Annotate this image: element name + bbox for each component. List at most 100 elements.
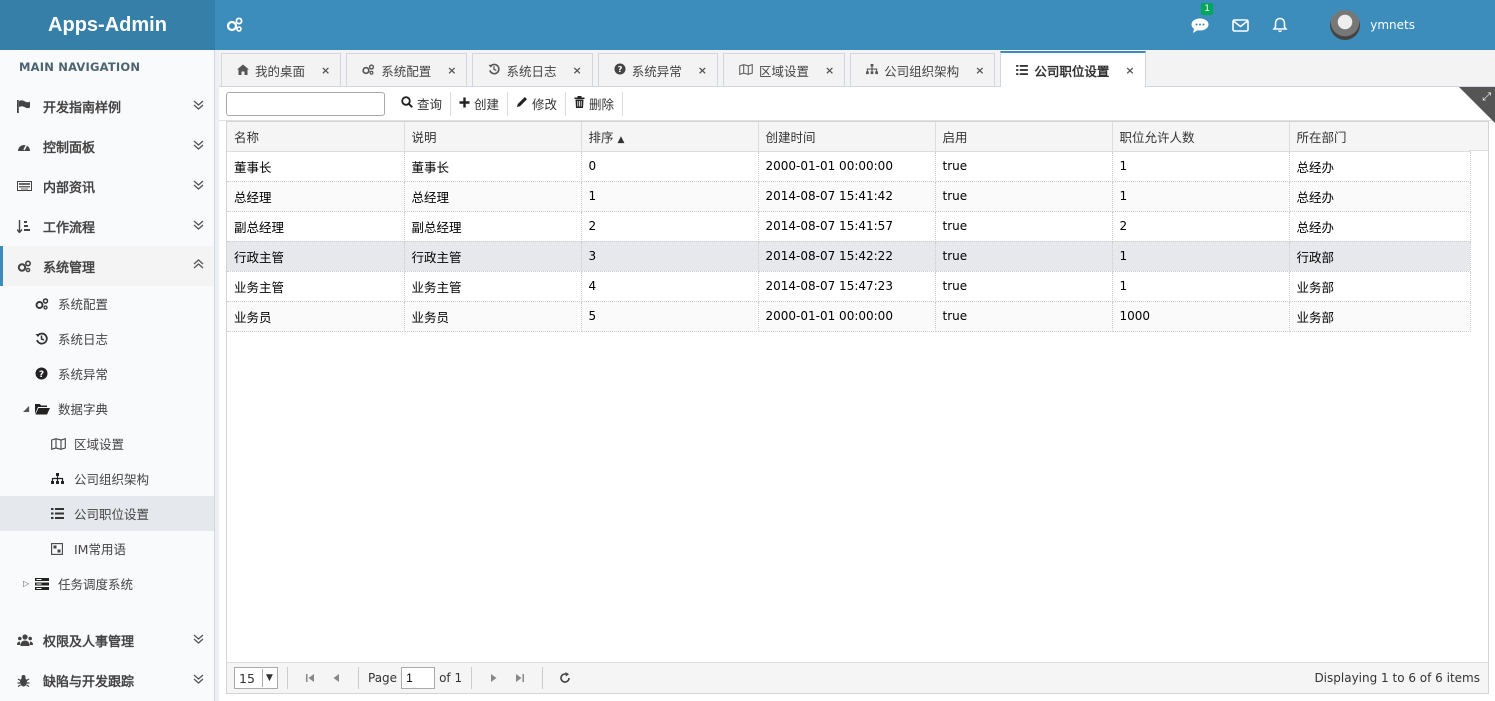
close-icon[interactable]: × [1125,64,1134,77]
search-input[interactable] [226,91,385,116]
sidebar-item-dashboard[interactable]: 控制面板 [0,126,214,166]
gears-icon[interactable] [215,0,255,50]
server-icon [35,577,58,590]
tab-region[interactable]: 区域设置 × [722,53,846,86]
map-icon [739,63,753,78]
column-header-description[interactable]: 说明 [404,122,582,152]
tab-desktop[interactable]: 我的桌面 × [221,53,342,86]
sidebar-item-system-config[interactable]: 系统配置 [0,286,214,321]
table-row[interactable]: 总经理 总经理 1 2014-08-07 15:41:42 true 1 总经办 [227,181,1471,212]
cell-name: 业务主管 [227,271,405,302]
cell-department: 总经办 [1289,151,1471,182]
expand-icon[interactable]: ⤢ [1482,90,1491,104]
bell-icon[interactable] [1260,0,1300,50]
page-count-label: of 1 [439,671,463,685]
table-body: 董事长 董事长 0 2000-01-01 00:00:00 true 1 总经办… [227,151,1471,332]
envelope-icon[interactable] [1220,0,1260,50]
app-logo[interactable]: Apps-Admin [0,0,215,50]
trash-icon [574,96,585,111]
delete-button[interactable]: 删除 [566,91,624,116]
query-button[interactable]: 查询 [393,91,452,116]
close-icon[interactable]: × [321,64,330,77]
table-row[interactable]: 业务员 业务员 5 2000-01-01 00:00:00 true 1000 … [227,301,1471,332]
sidebar-item-permissions[interactable]: 权限及人事管理 [0,620,214,660]
column-header-created[interactable]: 创建时间 [758,122,936,152]
user-menu[interactable]: ymnets [1300,0,1495,50]
flag-icon [17,99,43,113]
column-header-department[interactable]: 所在部门 [1289,122,1471,152]
close-icon[interactable]: × [447,64,456,77]
home-icon [237,63,249,78]
chevron-down-icon [193,99,204,114]
cell-created: 2014-08-07 15:41:57 [758,211,936,242]
tab-positions[interactable]: 公司职位设置 × [1000,51,1146,87]
table-header-row: 名称 说明 排序 ▲ 创建时间 启用 职位允许人数 所在部门 [227,122,1471,152]
tab-org[interactable]: 公司组织架构 × [850,53,996,86]
chevron-up-icon [193,259,204,274]
edit-label: 修改 [532,97,558,112]
cell-headcount: 1 [1112,151,1290,182]
sidebar-folder-scheduler[interactable]: ▷ 任务调度系统 [0,566,214,601]
sidebar-item-workflow[interactable]: 工作流程 [0,206,214,246]
chevron-down-icon: ▼ [262,669,276,687]
tab-label: 公司职位设置 [1034,63,1110,79]
cell-created: 2014-08-07 15:42:22 [758,241,936,272]
first-page-button[interactable] [297,673,323,683]
cell-enabled: true [935,211,1113,242]
sidebar-folder-dictionary[interactable]: ◢ 数据字典 [0,391,214,426]
sitemap-icon [51,472,74,485]
sidebar-item-dev-guide[interactable]: 开发指南样例 [0,86,214,126]
column-header-enabled[interactable]: 启用 [935,122,1113,152]
chevron-down-icon [193,179,204,194]
edit-button[interactable]: 修改 [508,91,567,116]
close-icon[interactable]: × [825,64,834,77]
tab-label: 公司组织架构 [884,63,960,79]
sidebar-item-bug-tracking[interactable]: 缺陷与开发跟踪 [0,660,214,700]
cell-sort: 3 [581,241,759,272]
table-row[interactable]: 副总经理 副总经理 2 2014-08-07 15:41:57 true 2 总… [227,211,1471,242]
sidebar-item-system[interactable]: 系统管理 [0,246,214,286]
cell-department: 总经办 [1289,181,1471,212]
sidebar-item-positions[interactable]: 公司职位设置 [0,496,214,531]
tab-system-error[interactable]: ? 系统异常 × [597,53,718,86]
sidebar-item-label: 内部资讯 [43,180,96,196]
sidebar-item-org[interactable]: 公司组织架构 [0,461,214,496]
close-icon[interactable]: × [572,64,581,77]
toolbar: 查询 创建 修改 删除 [219,87,1495,121]
column-header-name[interactable]: 名称 [227,122,405,152]
cell-enabled: true [935,181,1113,212]
close-icon[interactable]: × [975,64,984,77]
table-row[interactable]: 董事长 董事长 0 2000-01-01 00:00:00 true 1 总经办 [227,151,1471,182]
table-row[interactable]: 行政主管 行政主管 3 2014-08-07 15:42:22 true 1 行… [227,241,1471,272]
search-icon [401,96,413,111]
messages-badge: 1 [1201,3,1213,15]
tab-system-config[interactable]: 系统配置 × [346,53,468,86]
page-number-input[interactable] [401,667,436,689]
page-size-select[interactable]: 15 ▼ [234,667,278,689]
prev-page-button[interactable] [323,673,349,683]
create-button[interactable]: 创建 [451,91,509,116]
last-page-button[interactable] [507,673,533,683]
sidebar-item-label: 任务调度系统 [58,577,134,592]
table-row[interactable]: 业务主管 业务主管 4 2014-08-07 15:47:23 true 1 业… [227,271,1471,302]
caret-down-icon: ◢ [23,404,30,413]
sidebar-item-system-error[interactable]: ? 系统异常 [0,356,214,391]
sidebar-item-news[interactable]: 内部资讯 [0,166,214,206]
close-icon[interactable]: × [698,64,707,77]
sidebar-item-system-log[interactable]: 系统日志 [0,321,214,356]
cell-created: 2000-01-01 00:00:00 [758,151,936,182]
sidebar-item-label: 控制面板 [43,140,96,156]
cell-name: 董事长 [227,151,405,182]
tab-system-log[interactable]: 系统日志 × [472,53,593,86]
sidebar-item-label: 公司组织架构 [74,472,150,487]
cell-created: 2014-08-07 15:47:23 [758,271,936,302]
next-page-button[interactable] [481,673,507,683]
refresh-icon[interactable] [552,672,578,684]
sidebar-item-region[interactable]: 区域设置 [0,426,214,461]
dashboard-icon [17,140,43,152]
column-header-headcount[interactable]: 职位允许人数 [1112,122,1290,152]
plus-icon [459,96,470,111]
column-header-sort[interactable]: 排序 ▲ [581,122,759,152]
messages-icon[interactable]: 1 [1180,0,1220,50]
sidebar-item-im-phrases[interactable]: IM常用语 [0,531,214,566]
